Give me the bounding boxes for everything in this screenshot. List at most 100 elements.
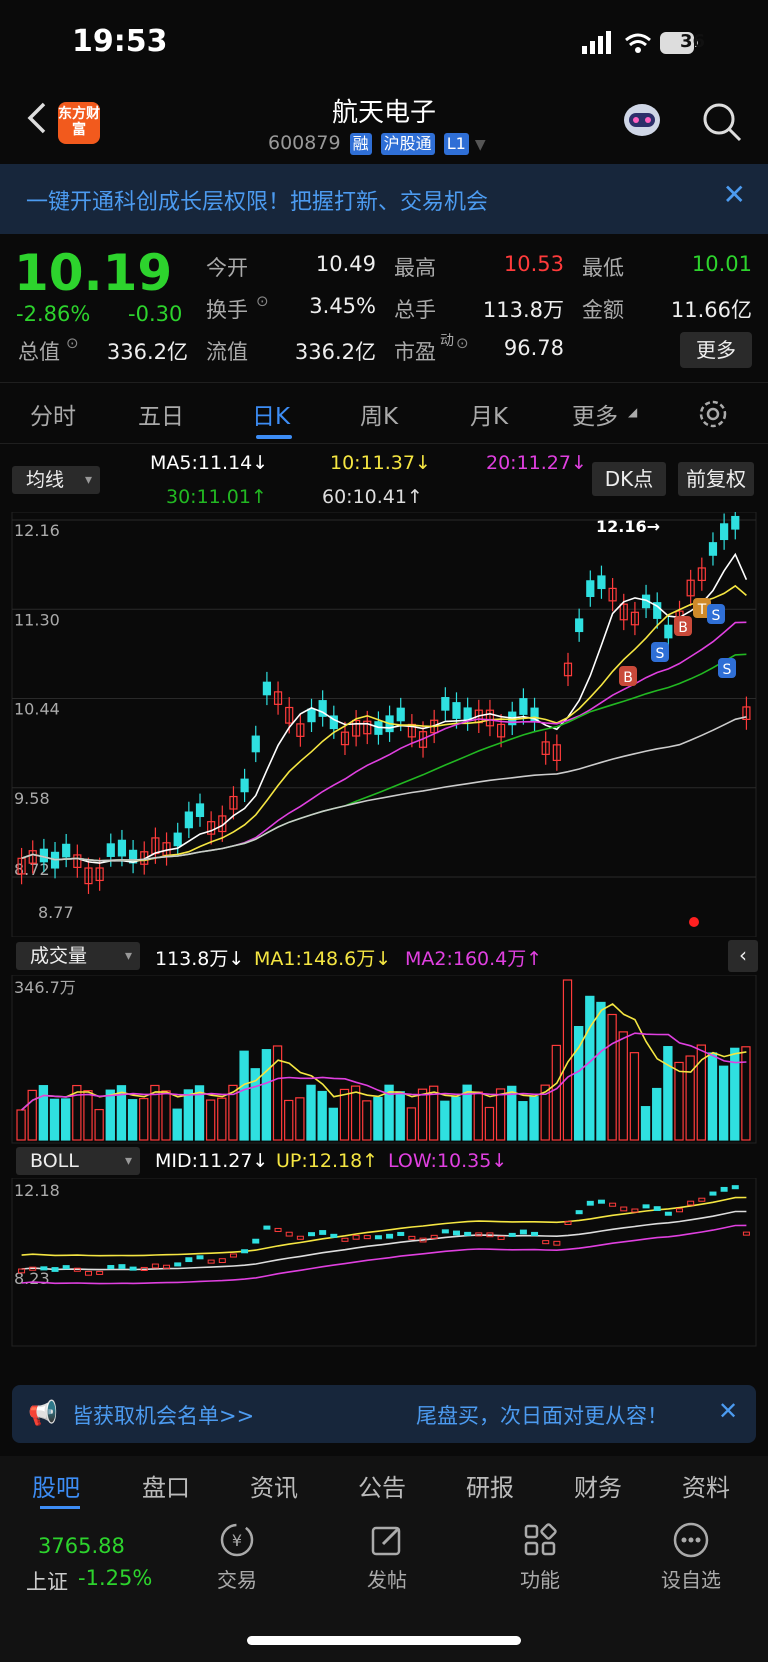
ma20-value: 20:11.27↓ xyxy=(486,452,587,474)
promo-left-text[interactable]: 皆获取机会名单>> xyxy=(72,1400,254,1430)
battery-level: 36 xyxy=(680,31,706,52)
boll-candle xyxy=(575,1210,583,1215)
index-change[interactable]: -1.25% xyxy=(78,1566,152,1590)
trade-icon: ¥ xyxy=(220,1523,254,1557)
last-price: 10.19 xyxy=(14,244,173,302)
boll-candle xyxy=(185,1257,193,1263)
boll-candle xyxy=(642,1204,650,1209)
volume-selector[interactable]: 成交量 xyxy=(16,942,140,970)
low-marker: 8.77 xyxy=(38,903,74,922)
robot-assistant-icon[interactable] xyxy=(620,96,664,144)
volume-bar xyxy=(417,1088,428,1141)
ma60-line xyxy=(21,716,747,862)
volume-ma2-line xyxy=(21,1032,747,1111)
info-icon[interactable]: ⊙ xyxy=(256,292,269,310)
dk-point-button[interactable]: DK点 xyxy=(592,462,666,496)
volume-bar xyxy=(562,979,573,1141)
tab-weekly-k[interactable]: 周K xyxy=(360,397,398,431)
boll-candle xyxy=(586,1200,594,1206)
boll-candle xyxy=(330,1233,338,1238)
tab-news[interactable]: 资讯 xyxy=(250,1468,298,1503)
tab-monthly-k[interactable]: 月K xyxy=(470,397,508,431)
chevron-down-icon[interactable]: ▼ xyxy=(475,137,486,153)
change-amount: -0.30 xyxy=(128,302,183,326)
tab-forum[interactable]: 股吧 xyxy=(32,1468,80,1503)
boll-candle xyxy=(218,1258,226,1263)
settings-icon[interactable] xyxy=(696,397,730,431)
volume-bar xyxy=(139,1097,149,1141)
ma20-line xyxy=(21,621,747,862)
search-icon[interactable] xyxy=(700,100,744,144)
kline-chart[interactable]: 12.1611.3010.449.588.7212.16→8.77BSBT SS xyxy=(0,512,768,937)
alert-dot xyxy=(689,917,699,927)
boll-candle xyxy=(207,1259,215,1264)
tab-five-day[interactable]: 五日 xyxy=(138,397,184,431)
tab-orderbook[interactable]: 盘口 xyxy=(142,1468,190,1503)
volume-bar xyxy=(663,1046,673,1141)
boll-lower-line xyxy=(21,1224,747,1285)
nav-watchlist[interactable]: 设自选 xyxy=(636,1520,746,1593)
volume-bar xyxy=(518,1101,528,1141)
tab-more[interactable]: 更多 xyxy=(572,397,618,431)
tab-research[interactable]: 研报 xyxy=(466,1468,514,1503)
boll-candle xyxy=(62,1265,70,1270)
boll-candle xyxy=(84,1270,92,1276)
stock-code-row: 600879 融 沪股通 L1 ▼ xyxy=(268,132,486,155)
boll-candle xyxy=(742,1231,750,1236)
volume-bar xyxy=(718,1065,729,1141)
tab-finance[interactable]: 财务 xyxy=(574,1468,622,1503)
signal-label: S xyxy=(723,662,732,678)
volume-bar xyxy=(350,1085,361,1141)
signal-label: B xyxy=(623,670,633,686)
margin-tag: 融 xyxy=(349,133,372,155)
promo-banner[interactable]: 一键开通科创成长层权限！把握打新、交易机会 ✕ xyxy=(0,164,768,234)
boll-candle xyxy=(553,1240,561,1246)
volume-bar xyxy=(105,1089,115,1141)
tab-daily-k[interactable]: 日K xyxy=(252,397,290,431)
stock-code: 600879 xyxy=(268,132,341,154)
index-name[interactable]: 上证 xyxy=(26,1566,68,1596)
stock-header: 东方财富 航天电子 600879 融 沪股通 L1 ▼ xyxy=(0,88,768,164)
info-icon[interactable]: ⊙ xyxy=(66,334,79,352)
nav-post[interactable]: 发帖 xyxy=(332,1520,442,1593)
boll-candle xyxy=(464,1231,472,1236)
boll-candle xyxy=(319,1230,327,1235)
volume-bar xyxy=(529,1096,539,1141)
info-icon[interactable]: ⊙ xyxy=(456,334,469,352)
candle-body xyxy=(441,697,450,711)
turnover-label: 换手 xyxy=(206,298,248,322)
promo-ticker[interactable]: 📢 皆获取机会名单>> 尾盘买，次日面对更从容！ ✕ xyxy=(12,1385,756,1443)
tab-announcements[interactable]: 公告 xyxy=(358,1468,406,1503)
adjust-button[interactable]: 前复权 xyxy=(678,462,754,496)
boll-selector[interactable]: BOLL xyxy=(16,1147,140,1175)
close-icon[interactable]: ✕ xyxy=(723,178,746,211)
more-button[interactable]: 更多 xyxy=(680,332,752,368)
collapse-icon[interactable]: ‹ xyxy=(728,940,758,972)
banner-text[interactable]: 一键开通科创成长层权限！把握打新、交易机会 xyxy=(26,184,488,216)
boll-candle xyxy=(151,1263,159,1269)
volume-bar xyxy=(217,1097,227,1141)
tab-intraday[interactable]: 分时 xyxy=(30,397,76,431)
ma5-value: MA5:11.14↓ xyxy=(150,452,269,474)
index-value[interactable]: 3765.88 xyxy=(38,1534,125,1558)
nav-trade[interactable]: ¥ 交易 xyxy=(182,1520,292,1593)
boll-top-label: 12.18 xyxy=(14,1181,60,1200)
volume-chart[interactable]: 346.7万 xyxy=(0,975,768,1145)
boll-candle xyxy=(653,1206,661,1211)
promo-right-text[interactable]: 尾盘买，次日面对更从容！ xyxy=(416,1400,668,1430)
volume-bar xyxy=(585,995,595,1141)
volume-ma2: MA2:160.4万↑ xyxy=(405,948,543,970)
ma-selector[interactable]: 均线 xyxy=(12,466,100,494)
nav-functions[interactable]: 功能 xyxy=(485,1520,595,1593)
boll-chart[interactable]: 12.188.232025053020250904 xyxy=(0,1178,768,1348)
volume-bar xyxy=(373,1096,383,1141)
candle-body xyxy=(452,702,461,719)
volume-bar xyxy=(473,1091,483,1141)
boll-candle xyxy=(285,1231,293,1237)
float-label: 流值 xyxy=(206,340,248,364)
boll-candle xyxy=(497,1235,505,1240)
y-tick-label: 9.58 xyxy=(14,789,50,808)
close-icon[interactable]: ✕ xyxy=(718,1397,738,1425)
tab-profile[interactable]: 资料 xyxy=(682,1468,730,1503)
volume-bar xyxy=(339,1088,350,1141)
